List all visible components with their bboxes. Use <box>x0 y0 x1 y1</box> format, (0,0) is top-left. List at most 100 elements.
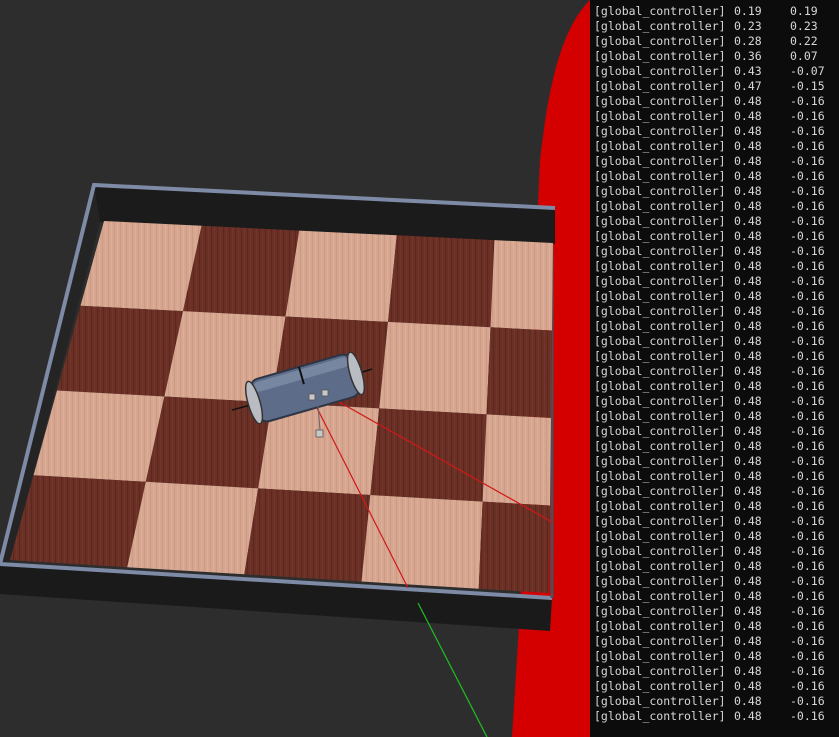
console-line-tag: [global_controller] <box>594 199 726 213</box>
console-line-x-value: 0.48 <box>734 664 762 678</box>
console-line-tag: [global_controller] <box>594 574 726 588</box>
scene-3d[interactable] <box>0 0 590 737</box>
console-line-y-value: -0.16 <box>790 289 825 303</box>
console-line: [global_controller] 0.48 -0.16 <box>594 169 839 184</box>
console-line-y-value: -0.16 <box>790 184 825 198</box>
console-line-y-value: -0.16 <box>790 454 825 468</box>
console-line-tag: [global_controller] <box>594 544 726 558</box>
console-line-tag: [global_controller] <box>594 214 726 228</box>
console-line-tag: [global_controller] <box>594 694 726 708</box>
floor-tile-light <box>285 230 397 322</box>
console-line-x-value: 0.48 <box>734 154 762 168</box>
console-line-y-value: -0.16 <box>790 589 825 603</box>
console-line-x-value: 0.48 <box>734 424 762 438</box>
console-line-x-value: 0.48 <box>734 454 762 468</box>
console-line-tag: [global_controller] <box>594 709 726 723</box>
console-line-y-value: -0.16 <box>790 664 825 678</box>
console-line-y-value: -0.16 <box>790 529 825 543</box>
console-line-y-value: -0.16 <box>790 214 825 228</box>
console-line: [global_controller] 0.48 -0.16 <box>594 349 839 364</box>
console-line-y-value: 0.07 <box>790 49 818 63</box>
console-line-tag: [global_controller] <box>594 19 726 33</box>
console-line: [global_controller] 0.48 -0.16 <box>594 394 839 409</box>
console-line-y-value: -0.16 <box>790 334 825 348</box>
console-line-y-value: -0.16 <box>790 619 825 633</box>
console-line-tag: [global_controller] <box>594 304 726 318</box>
console-line-x-value: 0.48 <box>734 409 762 423</box>
console-line-tag: [global_controller] <box>594 454 726 468</box>
console-line-x-value: 0.48 <box>734 619 762 633</box>
console-line: [global_controller] 0.48 -0.16 <box>594 424 839 439</box>
console-line-tag: [global_controller] <box>594 634 726 648</box>
console-line-x-value: 0.48 <box>734 124 762 138</box>
console-line-tag: [global_controller] <box>594 94 726 108</box>
floor-tile-dark <box>486 327 552 418</box>
console-line: [global_controller] 0.47 -0.15 <box>594 79 839 94</box>
floor-tile-dark <box>370 408 487 502</box>
console-line-y-value: -0.16 <box>790 679 825 693</box>
console-line-x-value: 0.48 <box>734 709 762 723</box>
console-line: [global_controller] 0.48 -0.16 <box>594 319 839 334</box>
console-line-y-value: -0.16 <box>790 484 825 498</box>
console-line-tag: [global_controller] <box>594 394 726 408</box>
robot-sensor-2 <box>321 389 329 397</box>
console-line-tag: [global_controller] <box>594 469 726 483</box>
console-line-x-value: 0.48 <box>734 529 762 543</box>
console-line-tag: [global_controller] <box>594 34 726 48</box>
console-output-panel[interactable]: [global_controller] 0.19 0.19 [global_contr… <box>590 0 839 737</box>
console-line: [global_controller] 0.48 -0.16 <box>594 679 839 694</box>
console-line-y-value: -0.16 <box>790 304 825 318</box>
console-line-y-value: -0.16 <box>790 499 825 513</box>
console-line-y-value: -0.16 <box>790 109 825 123</box>
console-line-tag: [global_controller] <box>594 664 726 678</box>
console-line-y-value: 0.22 <box>790 34 818 48</box>
console-line-x-value: 0.48 <box>734 304 762 318</box>
console-line-y-value: -0.15 <box>790 79 825 93</box>
console-line-x-value: 0.48 <box>734 574 762 588</box>
console-line-x-value: 0.48 <box>734 109 762 123</box>
console-line-y-value: -0.16 <box>790 349 825 363</box>
console-line: [global_controller] 0.19 0.19 <box>594 4 839 19</box>
console-line-x-value: 0.48 <box>734 349 762 363</box>
console-line: [global_controller] 0.48 -0.16 <box>594 439 839 454</box>
console-line-tag: [global_controller] <box>594 334 726 348</box>
console-line-y-value: -0.16 <box>790 694 825 708</box>
simulation-viewport[interactable] <box>0 0 590 737</box>
console-line-tag: [global_controller] <box>594 514 726 528</box>
console-line: [global_controller] 0.48 -0.16 <box>594 664 839 679</box>
console-line-tag: [global_controller] <box>594 364 726 378</box>
console-line-y-value: -0.16 <box>790 559 825 573</box>
console-line: [global_controller] 0.48 -0.16 <box>594 259 839 274</box>
console-line-tag: [global_controller] <box>594 529 726 543</box>
console-line-x-value: 0.19 <box>734 4 762 18</box>
console-line-x-value: 0.48 <box>734 319 762 333</box>
console-line-x-value: 0.48 <box>734 679 762 693</box>
console-line-x-value: 0.48 <box>734 394 762 408</box>
console-line-x-value: 0.48 <box>734 289 762 303</box>
console-line-y-value: -0.16 <box>790 574 825 588</box>
console-line-y-value: -0.16 <box>790 604 825 618</box>
console-line: [global_controller] 0.48 -0.16 <box>594 619 839 634</box>
console-line-y-value: -0.07 <box>790 64 825 78</box>
console-line-y-value: -0.16 <box>790 649 825 663</box>
console-line-tag: [global_controller] <box>594 349 726 363</box>
floor-tile-light <box>361 495 483 589</box>
console-line-x-value: 0.48 <box>734 694 762 708</box>
console-line-tag: [global_controller] <box>594 274 726 288</box>
console-line-x-value: 0.47 <box>734 79 762 93</box>
console-line-tag: [global_controller] <box>594 154 726 168</box>
console-line-tag: [global_controller] <box>594 289 726 303</box>
console-line: [global_controller] 0.48 -0.16 <box>594 229 839 244</box>
console-line-x-value: 0.48 <box>734 274 762 288</box>
console-line-tag: [global_controller] <box>594 139 726 153</box>
floor-tile-light <box>33 390 165 482</box>
console-line-y-value: -0.16 <box>790 259 825 273</box>
console-line-y-value: -0.16 <box>790 544 825 558</box>
console-line: [global_controller] 0.48 -0.16 <box>594 589 839 604</box>
console-line: [global_controller] 0.43 -0.07 <box>594 64 839 79</box>
floor-tile-dark <box>388 235 495 328</box>
console-line: [global_controller] 0.48 -0.16 <box>594 334 839 349</box>
console-line-x-value: 0.48 <box>734 379 762 393</box>
console-line: [global_controller] 0.48 -0.16 <box>594 289 839 304</box>
console-line-tag: [global_controller] <box>594 439 726 453</box>
